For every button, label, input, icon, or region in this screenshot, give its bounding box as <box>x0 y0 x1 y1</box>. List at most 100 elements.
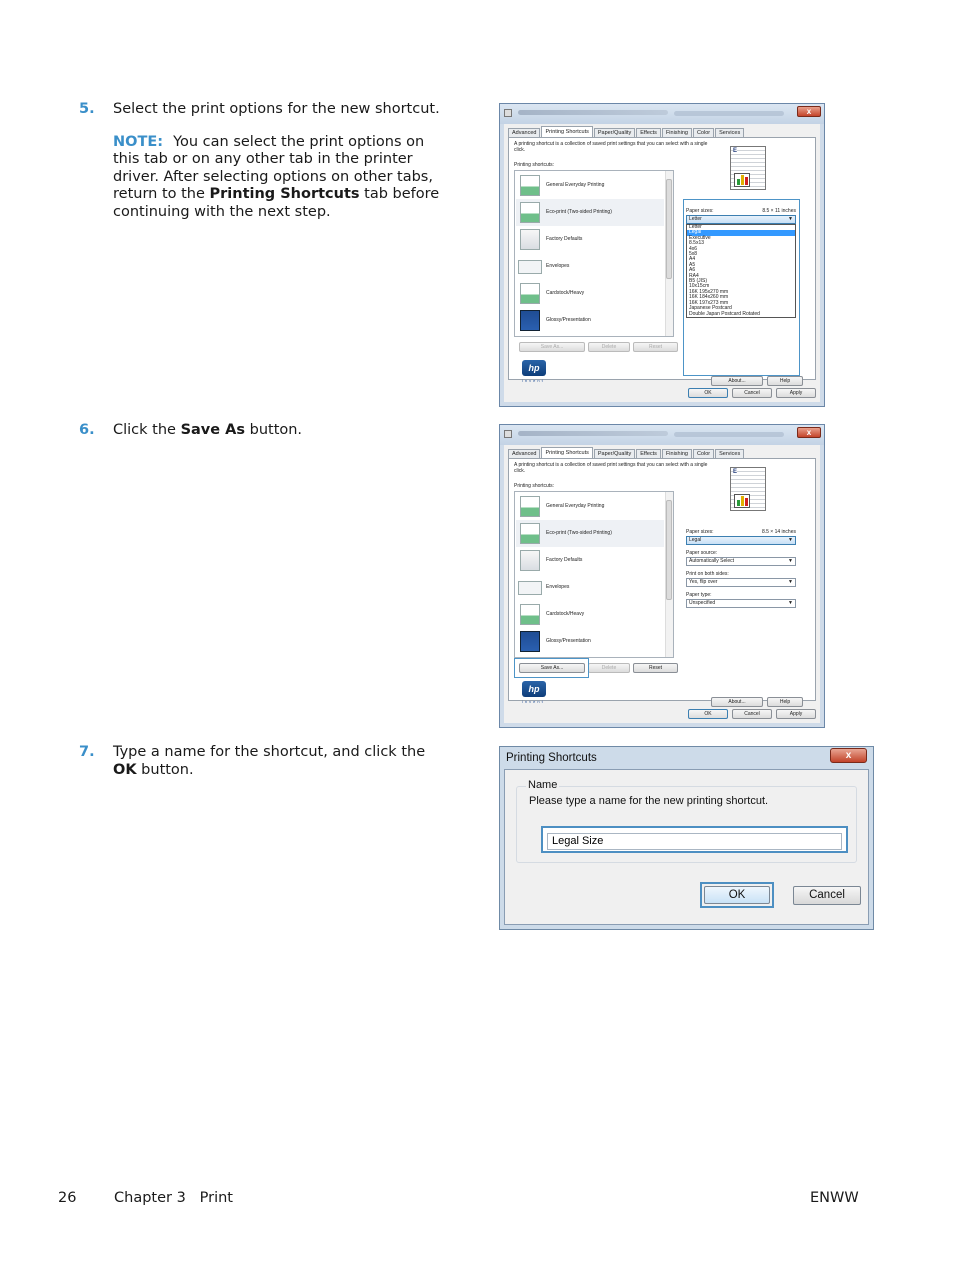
help-button[interactable]: Help <box>767 697 803 707</box>
chapter-label: Chapter 3 Print <box>114 1190 233 1206</box>
item-label: Factory Defaults <box>546 557 583 563</box>
emphasis: Save As <box>180 422 245 438</box>
scrollbar-thumb[interactable] <box>666 500 672 600</box>
shortcuts-list[interactable]: General Everyday Printing Eco-print (Two… <box>514 491 674 658</box>
text: button. <box>245 422 303 438</box>
hp-invent: invent <box>522 378 545 383</box>
list-item[interactable]: Cardstock/Heavy <box>516 601 664 628</box>
preview-letter: E <box>733 469 738 475</box>
tab-finishing[interactable]: Finishing <box>661 449 692 458</box>
title-bar: x <box>500 425 824 445</box>
title-bar: x <box>500 104 824 124</box>
chevron-down-icon: ▼ <box>788 537 793 543</box>
list-item[interactable]: Glossy/Presentation <box>516 307 664 334</box>
scrollbar-thumb[interactable] <box>666 179 672 279</box>
name-shortcut-dialog: Printing Shortcuts x Name Please type a … <box>499 746 874 930</box>
about-help-row: About... Help <box>711 376 803 386</box>
list-item[interactable]: Eco-print (Two-sided Printing) <box>516 520 664 547</box>
paper-options: Paper sizes: 8.5 × 14 inches Legal ▼ Paper… <box>686 529 796 613</box>
paper-type-select[interactable]: Unspecified ▼ <box>686 599 796 608</box>
hp-logo: hp <box>522 681 546 697</box>
ok-button[interactable]: OK <box>704 886 770 904</box>
shortcuts-list[interactable]: General Everyday Printing Eco-print (Two… <box>514 170 674 337</box>
ok-button[interactable]: OK <box>688 709 728 719</box>
shortcut-name-input[interactable] <box>547 832 842 850</box>
cancel-button[interactable]: Cancel <box>732 388 772 398</box>
dialog-title: Printing Shortcuts <box>506 752 597 764</box>
ok-button[interactable]: OK <box>688 388 728 398</box>
step-number: 5. <box>79 101 95 117</box>
delete-button[interactable]: Delete <box>588 663 630 673</box>
paper-size-select[interactable]: Legal ▼ <box>686 536 796 545</box>
chart-icon <box>734 173 750 187</box>
name-prompt: Please type a name for the new printing … <box>529 795 769 807</box>
tab-panel: A printing shortcut is a collection of s… <box>508 458 816 707</box>
tab-advanced[interactable]: Advanced <box>508 449 541 458</box>
apply-button[interactable]: Apply <box>776 388 816 398</box>
list-item[interactable]: Factory Defaults <box>516 547 664 574</box>
note-emphasis: Printing Shortcuts <box>209 186 360 202</box>
list-item[interactable]: Envelopes <box>516 253 664 280</box>
save-as-button[interactable]: Save As... <box>519 342 585 352</box>
close-button[interactable]: x <box>797 427 821 438</box>
apply-button[interactable]: Apply <box>776 709 816 719</box>
paper-source-label: Paper source: <box>686 550 718 556</box>
close-button[interactable]: x <box>830 748 867 763</box>
reset-button[interactable]: Reset <box>633 342 678 352</box>
envelope-icon <box>518 260 542 274</box>
dialog-client: Advanced Printing Shortcuts Paper/Qualit… <box>504 124 820 402</box>
tab-panel: A printing shortcut is a collection of s… <box>508 137 816 386</box>
presentation-icon <box>520 631 540 652</box>
tab-paper-quality[interactable]: Paper/Quality <box>593 449 636 458</box>
shortcuts-label: Printing shortcuts: <box>514 483 555 489</box>
tab-color[interactable]: Color <box>692 449 715 458</box>
driver-dialog-screenshot-1: x Advanced Printing Shortcuts Paper/Qual… <box>499 103 825 407</box>
dialog-buttons: OK Cancel Apply <box>688 388 816 398</box>
tab-effects[interactable]: Effects <box>636 449 661 458</box>
cancel-button[interactable]: Cancel <box>732 709 772 719</box>
item-label: Cardstock/Heavy <box>546 611 585 617</box>
scrollbar[interactable] <box>665 171 673 336</box>
list-item[interactable]: General Everyday Printing <box>516 172 664 199</box>
list-item[interactable]: Envelopes <box>516 574 664 601</box>
tab-paper-quality[interactable]: Paper/Quality <box>593 128 636 137</box>
presentation-icon <box>520 310 540 331</box>
item-label: Glossy/Presentation <box>546 638 591 644</box>
both-sides-select[interactable]: Yes, flip over ▼ <box>686 578 796 587</box>
list-item[interactable]: Eco-print (Two-sided Printing) <box>516 199 664 226</box>
tab-printing-shortcuts[interactable]: Printing Shortcuts <box>541 126 593 137</box>
step-text: Click the Save As button. <box>113 422 449 440</box>
dialog-client: Advanced Printing Shortcuts Paper/Qualit… <box>504 445 820 723</box>
tab-advanced[interactable]: Advanced <box>508 128 541 137</box>
delete-button[interactable]: Delete <box>588 342 630 352</box>
item-label: Factory Defaults <box>546 236 583 242</box>
envelope-icon <box>518 581 542 595</box>
list-item[interactable]: Cardstock/Heavy <box>516 280 664 307</box>
close-button[interactable]: x <box>797 106 821 117</box>
tab-finishing[interactable]: Finishing <box>661 128 692 137</box>
tab-bar: Advanced Printing Shortcuts Paper/Qualit… <box>508 447 745 458</box>
paper-source-select[interactable]: Automatically Select ▼ <box>686 557 796 566</box>
tab-color[interactable]: Color <box>692 128 715 137</box>
scrollbar[interactable] <box>665 492 673 657</box>
list-item[interactable]: Factory Defaults <box>516 226 664 253</box>
list-item[interactable]: General Everyday Printing <box>516 493 664 520</box>
tab-effects[interactable]: Effects <box>636 128 661 137</box>
reset-button[interactable]: Reset <box>633 663 678 673</box>
paper-type-label: Paper type: <box>686 592 712 598</box>
tab-services[interactable]: Services <box>715 449 745 458</box>
help-button[interactable]: Help <box>767 376 803 386</box>
chevron-down-icon: ▼ <box>788 579 793 585</box>
note: NOTE: You can select the print options on… <box>113 134 449 222</box>
item-label: Eco-print (Two-sided Printing) <box>546 530 612 536</box>
about-help-row: About... Help <box>711 697 803 707</box>
tab-services[interactable]: Services <box>715 128 745 137</box>
selected-value: Yes, flip over <box>689 579 718 585</box>
about-button[interactable]: About... <box>711 376 763 386</box>
about-button[interactable]: About... <box>711 697 763 707</box>
step-5: 5. Select the print options for the new … <box>79 101 449 221</box>
cancel-button[interactable]: Cancel <box>793 886 861 905</box>
list-item[interactable]: Glossy/Presentation <box>516 628 664 655</box>
tab-printing-shortcuts[interactable]: Printing Shortcuts <box>541 447 593 458</box>
paper-sizes-row: Paper sizes: 8.5 × 14 inches <box>686 529 796 536</box>
